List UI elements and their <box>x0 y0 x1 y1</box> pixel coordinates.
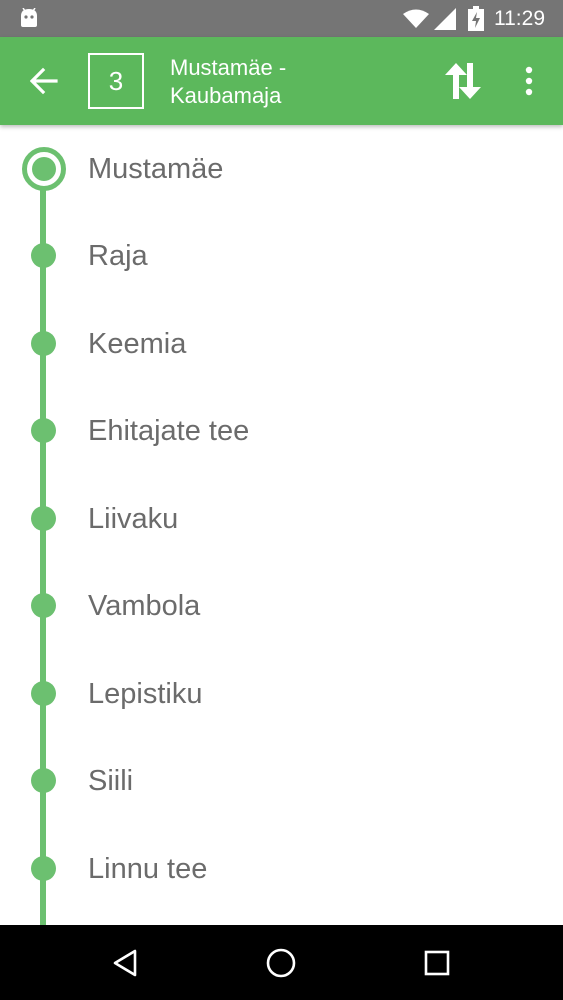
page-title: Mustamäe - Kaubamaja <box>170 54 420 110</box>
nav-back-button[interactable] <box>103 941 147 985</box>
stop-name: Vambola <box>88 590 201 622</box>
home-circle-icon <box>266 948 296 978</box>
stop-name: Keemia <box>88 328 187 360</box>
signal-icon <box>434 8 456 30</box>
stop-name: Mustamäe <box>88 153 224 185</box>
stop-item[interactable]: Raja <box>0 212 563 299</box>
android-icon <box>21 8 37 27</box>
stop-item[interactable]: Ehitajate tee <box>0 387 563 474</box>
battery-charging-icon <box>468 6 484 31</box>
stop-item[interactable]: Liivaku <box>0 475 563 562</box>
stop-name: Ehitajate tee <box>88 415 250 447</box>
stop-name: Liivaku <box>88 503 179 535</box>
more-options-button[interactable] <box>512 59 546 103</box>
route-number-badge: 3 <box>88 53 144 109</box>
stop-name: Siili <box>88 765 134 797</box>
stop-marker <box>31 681 56 706</box>
nav-home-button[interactable] <box>259 941 303 985</box>
stop-marker <box>31 856 56 881</box>
recents-square-icon <box>424 950 450 976</box>
stop-name: Linnu tee <box>88 853 208 885</box>
status-time: 11:29 <box>494 7 545 30</box>
stop-item[interactable]: Siili <box>0 737 563 824</box>
back-button[interactable] <box>22 59 66 103</box>
stop-marker <box>31 593 56 618</box>
nav-recents-button[interactable] <box>415 941 459 985</box>
stop-item[interactable]: Lepistiku <box>0 650 563 737</box>
stop-item[interactable]: Keemia <box>0 300 563 387</box>
stop-marker <box>31 243 56 268</box>
back-triangle-icon <box>113 949 137 977</box>
stop-list: Mustamäe Raja Keemia Ehitajate tee Liiva… <box>0 125 563 925</box>
swap-direction-button[interactable] <box>438 57 488 105</box>
stop-item[interactable]: Vambola <box>0 562 563 649</box>
swap-vertical-icon <box>445 63 481 99</box>
stop-marker <box>31 331 56 356</box>
wifi-icon <box>403 9 429 28</box>
route-title-line1: Mustamäe - <box>170 55 287 80</box>
system-nav-bar <box>0 925 563 1000</box>
stop-marker <box>31 418 56 443</box>
status-bar: 11:29 <box>0 0 563 37</box>
stop-item-current[interactable]: Mustamäe <box>0 125 563 212</box>
route-title-line2: Kaubamaja <box>170 83 282 108</box>
current-stop-marker <box>22 147 66 191</box>
stop-name: Lepistiku <box>88 678 203 710</box>
stop-item[interactable]: Linnu tee <box>0 825 563 912</box>
stop-name: Raja <box>88 240 148 272</box>
more-vertical-icon <box>525 66 533 96</box>
stop-marker <box>31 768 56 793</box>
arrow-left-icon <box>30 67 58 95</box>
app-bar: 3 Mustamäe - Kaubamaja <box>0 37 563 125</box>
stop-marker <box>31 506 56 531</box>
